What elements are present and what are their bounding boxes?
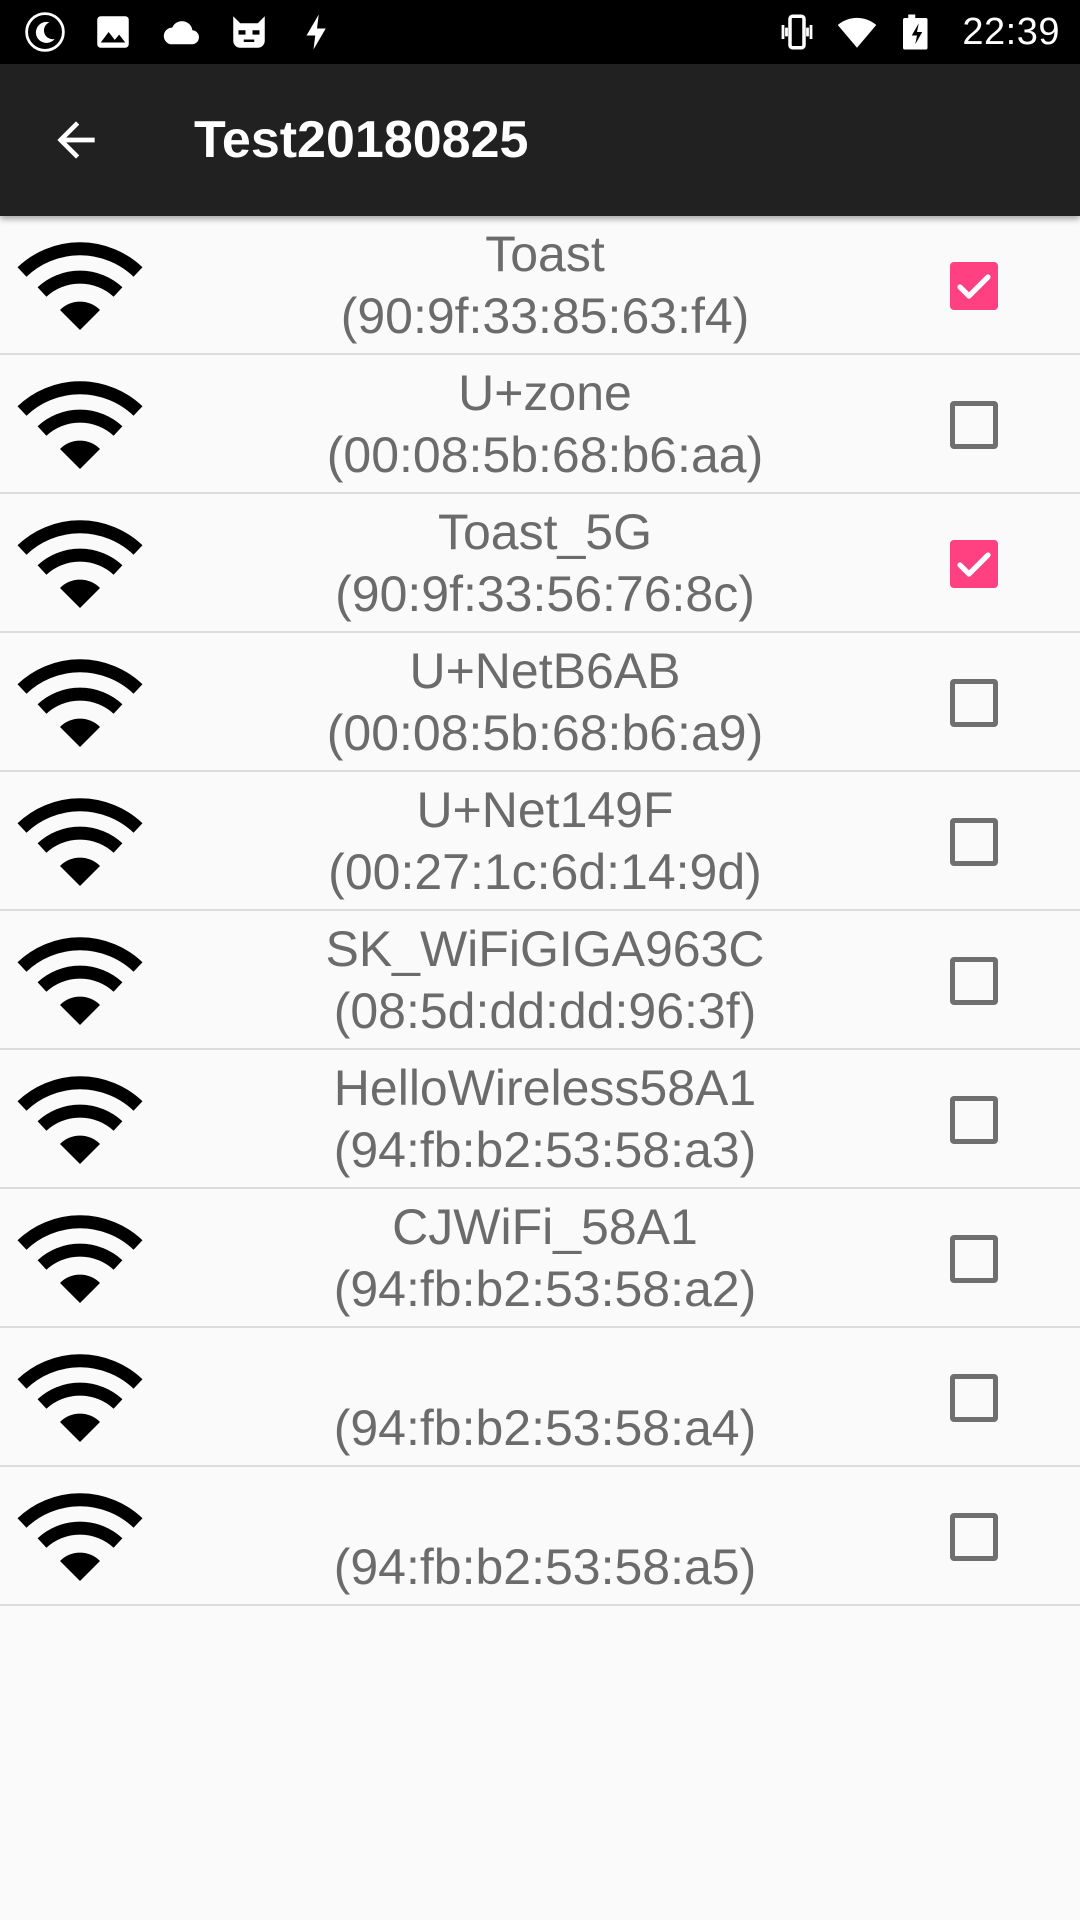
network-checkbox[interactable]	[950, 679, 998, 727]
list-item[interactable]: CJWiFi_58A1 (94:fb:b2:53:58:a2)	[0, 1189, 1080, 1328]
vibrate-icon	[782, 14, 813, 50]
status-bar-system: 22:39	[776, 0, 1060, 64]
cat-icon	[233, 16, 265, 48]
page-title: Test20180825	[194, 111, 529, 169]
wifi-icon	[16, 377, 144, 473]
network-checkbox[interactable]	[950, 957, 998, 1005]
network-ssid: Toast_5G	[437, 504, 652, 560]
network-ssid	[160, 1475, 930, 1535]
wifi-signal-icon	[838, 17, 877, 48]
arrow-back-icon	[57, 121, 95, 159]
list-item[interactable]: Toast_5G (90:9f:33:56:76:8c)	[0, 494, 1080, 633]
wifi-icon	[16, 1489, 144, 1585]
network-ssid: Toast	[485, 226, 605, 282]
app-bar: Test20180825	[0, 64, 1080, 216]
network-bssid: (00:27:1c:6d:14:9d)	[328, 844, 762, 900]
moon-icon	[25, 12, 65, 52]
status-bar-time: 22:39	[962, 10, 1060, 53]
network-checkbox[interactable]	[950, 1513, 998, 1561]
network-bssid: (94:fb:b2:53:58:a2)	[333, 1261, 757, 1317]
network-bssid: (00:08:5b:68:b6:aa)	[326, 427, 764, 483]
network-bssid: (90:9f:33:56:76:8c)	[335, 566, 755, 622]
network-checkbox[interactable]	[950, 540, 998, 588]
network-bssid: (00:08:5b:68:b6:a9)	[326, 705, 764, 761]
network-bssid: (08:5d:dd:dd:96:3f)	[333, 983, 757, 1039]
status-bar: 22:39	[0, 0, 1080, 64]
network-checkbox[interactable]	[950, 1235, 998, 1283]
list-item[interactable]: Toast (90:9f:33:85:63:f4)	[0, 216, 1080, 355]
battery-charging-icon	[903, 14, 928, 50]
wifi-icon	[16, 1211, 144, 1307]
network-bssid: (90:9f:33:85:63:f4)	[340, 288, 750, 344]
back-button[interactable]	[36, 104, 116, 176]
status-bar-notifications	[24, 0, 338, 64]
network-checkbox[interactable]	[950, 262, 998, 310]
network-checkbox[interactable]	[950, 401, 998, 449]
cloud-icon	[163, 21, 199, 45]
list-item[interactable]: (94:fb:b2:53:58:a5)	[0, 1467, 1080, 1606]
list-item[interactable]: SK_WiFiGIGA963C (08:5d:dd:dd:96:3f)	[0, 911, 1080, 1050]
list-item[interactable]: (94:fb:b2:53:58:a4)	[0, 1328, 1080, 1467]
checkmark-icon	[957, 274, 991, 299]
network-checkbox[interactable]	[950, 1374, 998, 1422]
network-checkbox[interactable]	[950, 1096, 998, 1144]
network-ssid: HelloWireless58A1	[333, 1060, 757, 1116]
wifi-icon	[16, 1350, 144, 1446]
network-bssid: (94:fb:b2:53:58:a3)	[333, 1122, 757, 1178]
image-icon	[97, 16, 129, 48]
checkmark-icon	[957, 552, 991, 577]
wifi-icon	[16, 1072, 144, 1168]
network-ssid: SK_WiFiGIGA963C	[325, 921, 765, 977]
list-item[interactable]: U+zone (00:08:5b:68:b6:aa)	[0, 355, 1080, 494]
list-item[interactable]: U+Net149F (00:27:1c:6d:14:9d)	[0, 772, 1080, 911]
network-ssid: U+zone	[458, 365, 632, 421]
wifi-icon	[16, 933, 144, 1029]
wifi-icon	[16, 655, 144, 751]
network-checkbox[interactable]	[950, 818, 998, 866]
network-bssid: (94:fb:b2:53:58:a5)	[333, 1539, 757, 1595]
wifi-icon	[16, 516, 144, 612]
network-ssid: CJWiFi_58A1	[392, 1199, 698, 1255]
wifi-icon	[16, 794, 144, 890]
network-ssid: U+NetB6AB	[409, 643, 681, 699]
wifi-network-list[interactable]: Toast (90:9f:33:85:63:f4) U+zone (00:08:5b:…	[0, 216, 1080, 1606]
wifi-icon	[16, 238, 144, 334]
list-item[interactable]: HelloWireless58A1 (94:fb:b2:53:58:a3)	[0, 1050, 1080, 1189]
network-ssid: U+Net149F	[416, 782, 674, 838]
bolt-icon	[306, 14, 326, 50]
network-ssid	[160, 1336, 930, 1396]
list-item[interactable]: U+NetB6AB (00:08:5b:68:b6:a9)	[0, 633, 1080, 772]
network-bssid: (94:fb:b2:53:58:a4)	[333, 1400, 757, 1456]
